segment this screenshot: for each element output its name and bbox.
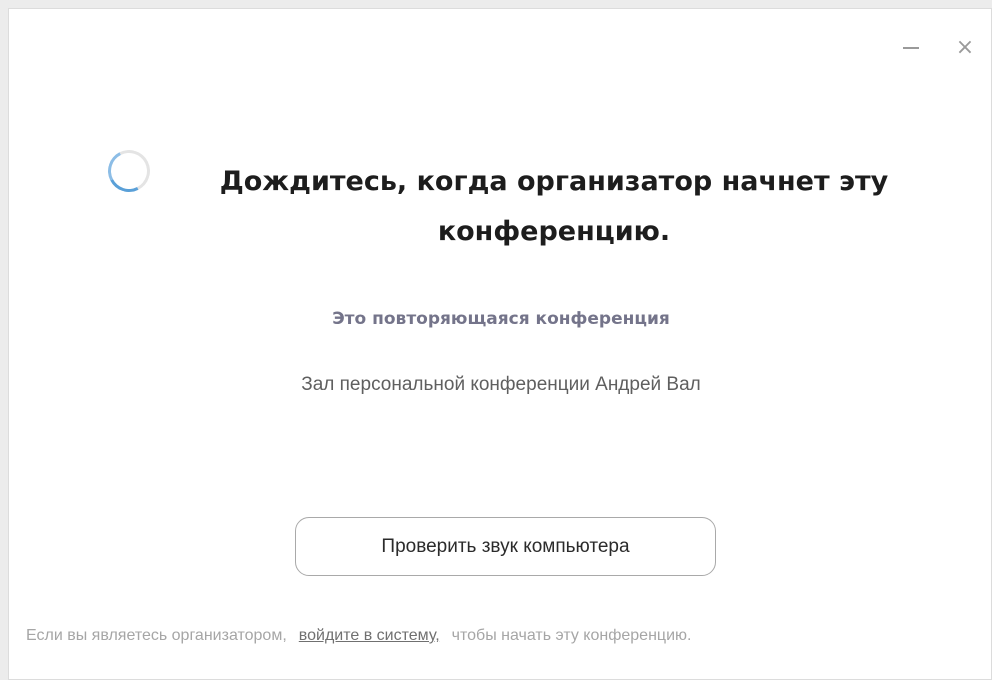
footer-prefix: Если вы являетесь организатором, bbox=[26, 627, 287, 644]
minimize-icon bbox=[903, 47, 919, 49]
host-sign-in-hint: Если вы являетесь организатором, войдите … bbox=[26, 627, 992, 645]
footer-suffix: чтобы начать эту конференцию. bbox=[451, 627, 692, 644]
waiting-room-window: × Дождитесь, когда организатор начнет эт… bbox=[8, 8, 992, 680]
sign-in-link[interactable]: войдите в систему, bbox=[299, 627, 440, 644]
minimize-button[interactable] bbox=[898, 35, 924, 61]
test-computer-audio-label: Проверить звук компьютера bbox=[381, 535, 630, 557]
recurring-meeting-label: Это повторяющаяся конференция bbox=[332, 309, 670, 329]
loading-spinner-icon bbox=[102, 144, 156, 198]
close-icon: × bbox=[955, 35, 975, 60]
test-computer-audio-button[interactable]: Проверить звук компьютера bbox=[295, 517, 716, 576]
meeting-room-name: Зал персональной конференции Андрей Вал bbox=[301, 374, 701, 395]
close-button[interactable]: × bbox=[952, 35, 978, 61]
waiting-title: Дождитесь, когда организатор начнет эту … bbox=[219, 166, 889, 247]
